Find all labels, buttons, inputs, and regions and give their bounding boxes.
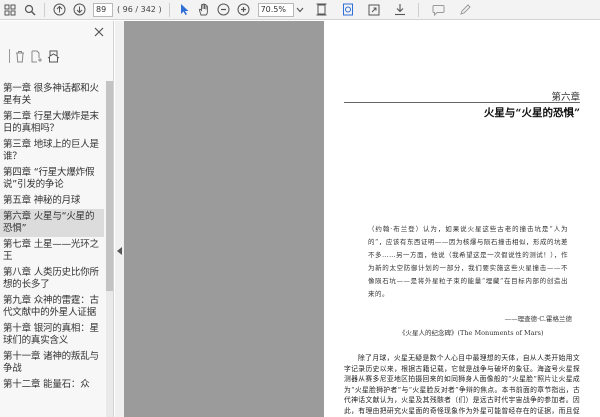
zoom-level-select[interactable]: 70.5% [257, 2, 294, 17]
toc-item[interactable]: 第四章 “行星大爆炸假说”引发的争论 [0, 165, 104, 193]
thumbnail-view-icon[interactable] [0, 0, 20, 20]
toc-item[interactable]: 第十二章 能量石：众 [0, 377, 104, 393]
sidebar-splitter[interactable] [115, 21, 124, 417]
toc-item-active[interactable]: 第六章 火星与“火星的恐惧” [0, 209, 104, 237]
chevron-down-icon[interactable] [294, 0, 306, 20]
comment-icon[interactable] [429, 0, 449, 20]
page-number-input[interactable]: 89 [93, 2, 113, 17]
fullscreen-icon[interactable] [364, 0, 384, 20]
close-sidebar-icon[interactable] [93, 26, 107, 40]
toolbar: 89 ( 96 / 342 ) 70.5% [0, 0, 600, 20]
chapter-number: 第六章 [551, 92, 580, 103]
toc-item[interactable]: 第七章 土星——光环之王 [0, 237, 104, 265]
body-paragraph: 除了月球，火星无疑是数个人心目中最理想的天体，自从人类开始用文字记录历史以来，根… [344, 354, 580, 415]
fit-page-icon[interactable] [312, 0, 332, 20]
toc-item[interactable]: 第十章 银河的真相：星球们的真实含义 [0, 321, 104, 349]
document-background [124, 21, 324, 417]
collapse-arrow-icon[interactable] [117, 247, 122, 255]
expand-icon[interactable] [2, 49, 10, 63]
previous-page-icon[interactable] [49, 0, 69, 20]
toc-item[interactable]: 第八章 人类历史比你所想的长多了 [0, 265, 104, 293]
table-of-contents: 第一章 很多神话都和火星有关 第二章 行星大爆炸是末日的真相吗？ 第三章 地球上… [0, 81, 104, 393]
chapter-divider [344, 102, 580, 103]
chapter-title: 火星与“火星的恐惧” [483, 107, 580, 119]
outline-sidebar: 第一章 很多神话都和火星有关 第二章 行星大爆炸是末日的真相吗？ 第三章 地球上… [0, 21, 114, 417]
sidebar-scrollbar[interactable] [106, 81, 113, 417]
epigraph-quote: （约翰·布兰登）认为，如果说火星这些古老的撞击坑是“人为的”，应该有东西证明——… [368, 225, 568, 298]
zoom-in-icon[interactable] [234, 0, 254, 20]
add-bookmark-icon[interactable] [30, 50, 43, 63]
zoom-out-icon[interactable] [214, 0, 234, 20]
toc-item[interactable]: 第五章 神秘的月球 [0, 193, 104, 209]
toc-item[interactable]: 第一章 很多神话都和火星有关 [0, 81, 104, 109]
epigraph-source: 《火星人的纪念碑》(The Monuments of Mars) [399, 329, 544, 337]
bookmark-options-icon[interactable] [47, 50, 60, 63]
delete-bookmark-icon[interactable] [14, 50, 26, 63]
download-icon[interactable] [390, 0, 410, 20]
toc-item[interactable]: 第十一章 诸神的叛乱与争战 [0, 349, 104, 377]
scrollbar-thumb[interactable] [106, 81, 113, 291]
toc-item[interactable]: 第九章 众神的雷霆：古代文献中的外星人证据 [0, 293, 104, 321]
next-page-icon[interactable] [69, 0, 89, 20]
pen-icon[interactable] [455, 0, 475, 20]
toc-item[interactable]: 第三章 地球上的巨人是谁？ [0, 137, 104, 165]
hand-tool-icon[interactable] [194, 0, 214, 20]
toc-item[interactable]: 第二章 行星大爆炸是末日的真相吗？ [0, 109, 104, 137]
rotate-page-icon[interactable] [338, 0, 358, 20]
document-page: 第六章 火星与“火星的恐惧” （约翰·布兰登）认为，如果说火星这些古老的撞击坑是… [324, 21, 600, 417]
epigraph-attribution: ——理查德·C.霍格兰德 [504, 315, 572, 323]
search-icon[interactable] [20, 0, 40, 20]
page-count: ( 96 / 342 ) [117, 5, 162, 14]
select-cursor-icon[interactable] [174, 0, 194, 20]
